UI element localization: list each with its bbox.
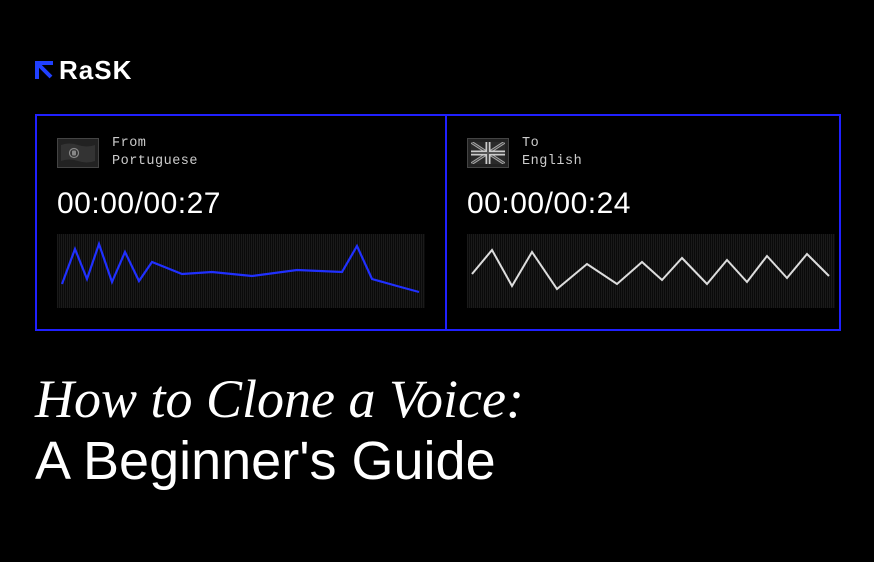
portuguese-flag-icon (57, 138, 99, 168)
target-language-name: English (522, 153, 582, 171)
source-flag-row: From Portuguese (57, 135, 425, 170)
brand-name: RaSK (59, 55, 132, 86)
target-flag-row: To English (467, 135, 835, 170)
source-language-text: From Portuguese (112, 135, 198, 170)
source-time: 00:00/00:27 (57, 187, 425, 221)
uk-flag-icon (467, 138, 509, 168)
headline: How to Clone a Voice: A Beginner's Guide (35, 368, 839, 492)
headline-line2: A Beginner's Guide (35, 430, 839, 492)
target-language-text: To English (522, 135, 582, 170)
source-direction-label: From (112, 135, 198, 153)
brand-logo: RaSK (35, 55, 132, 86)
source-language-name: Portuguese (112, 153, 198, 171)
target-panel: To English 00:00/00:24 (447, 116, 855, 329)
arrow-icon (35, 61, 55, 81)
source-waveform (57, 234, 425, 308)
target-waveform (467, 234, 835, 308)
source-panel: From Portuguese 00:00/00:27 (37, 116, 447, 329)
target-time: 00:00/00:24 (467, 187, 835, 221)
translation-panels: From Portuguese 00:00/00:27 T (35, 114, 841, 331)
target-direction-label: To (522, 135, 582, 153)
headline-line1: How to Clone a Voice: (35, 368, 839, 430)
